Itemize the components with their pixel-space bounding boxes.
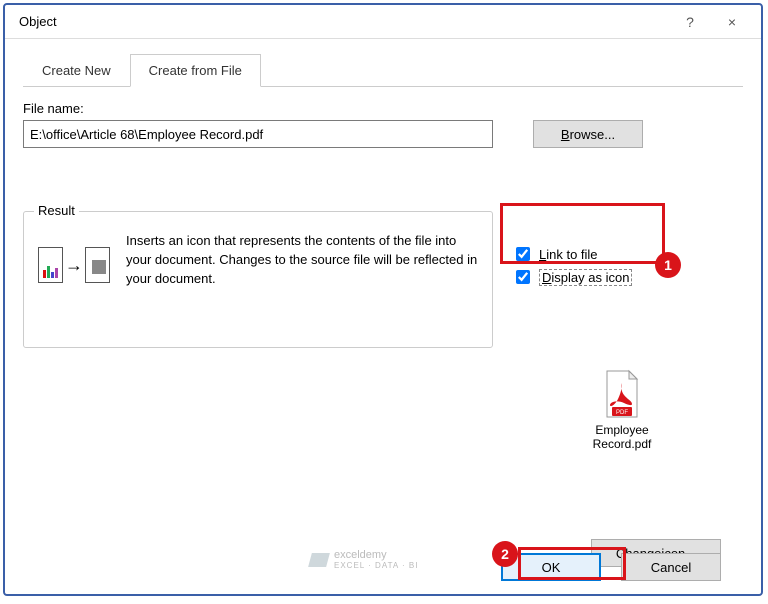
icon-caption-line2: Record.pdf [585,437,659,451]
result-description: Inserts an icon that represents the cont… [126,232,478,289]
file-name-label: File name: [23,101,743,116]
dialog-footer: OK Cancel [5,540,761,594]
tab-create-from-file[interactable]: Create from File [130,54,261,87]
result-icon: → [38,244,110,286]
object-dialog: Object ? × Create New Create from File F… [3,3,763,596]
browse-rest: rowse... [570,127,616,142]
ok-button[interactable]: OK [501,553,601,581]
browse-button[interactable]: Browse... [533,120,643,148]
file-name-input[interactable] [23,120,493,148]
pdf-file-icon: PDF [601,369,643,419]
result-legend: Result [34,203,79,218]
dialog-title: Object [13,14,669,29]
source-doc-icon [38,247,63,283]
display-accel: D [542,270,551,285]
display-rest: isplay as icon [551,270,629,285]
dialog-body: Create New Create from File File name: B… [5,39,761,540]
titlebar: Object ? × [5,5,761,39]
display-as-icon-checkbox[interactable]: Display as icon [512,267,661,287]
result-group: Result → Inserts an icon that represents… [23,211,493,348]
icon-preview: PDF Employee Record.pdf [585,369,659,451]
link-rest: ink to file [546,247,597,262]
arrow-icon: → [65,255,83,276]
options-group: Link to file Display as icon [510,241,663,290]
browse-accel: B [561,127,570,142]
cancel-button[interactable]: Cancel [621,553,721,581]
display-as-icon-input[interactable] [516,270,530,284]
tab-create-new[interactable]: Create New [23,54,130,87]
icon-caption-line1: Employee [585,423,659,437]
file-name-group: File name: [23,101,743,116]
svg-text:PDF: PDF [616,410,628,416]
link-to-file-checkbox[interactable]: Link to file [512,244,661,264]
target-doc-icon [85,247,110,283]
close-button[interactable]: × [711,8,753,36]
tab-strip: Create New Create from File [23,53,743,87]
link-to-file-input[interactable] [516,247,530,261]
help-button[interactable]: ? [669,8,711,36]
